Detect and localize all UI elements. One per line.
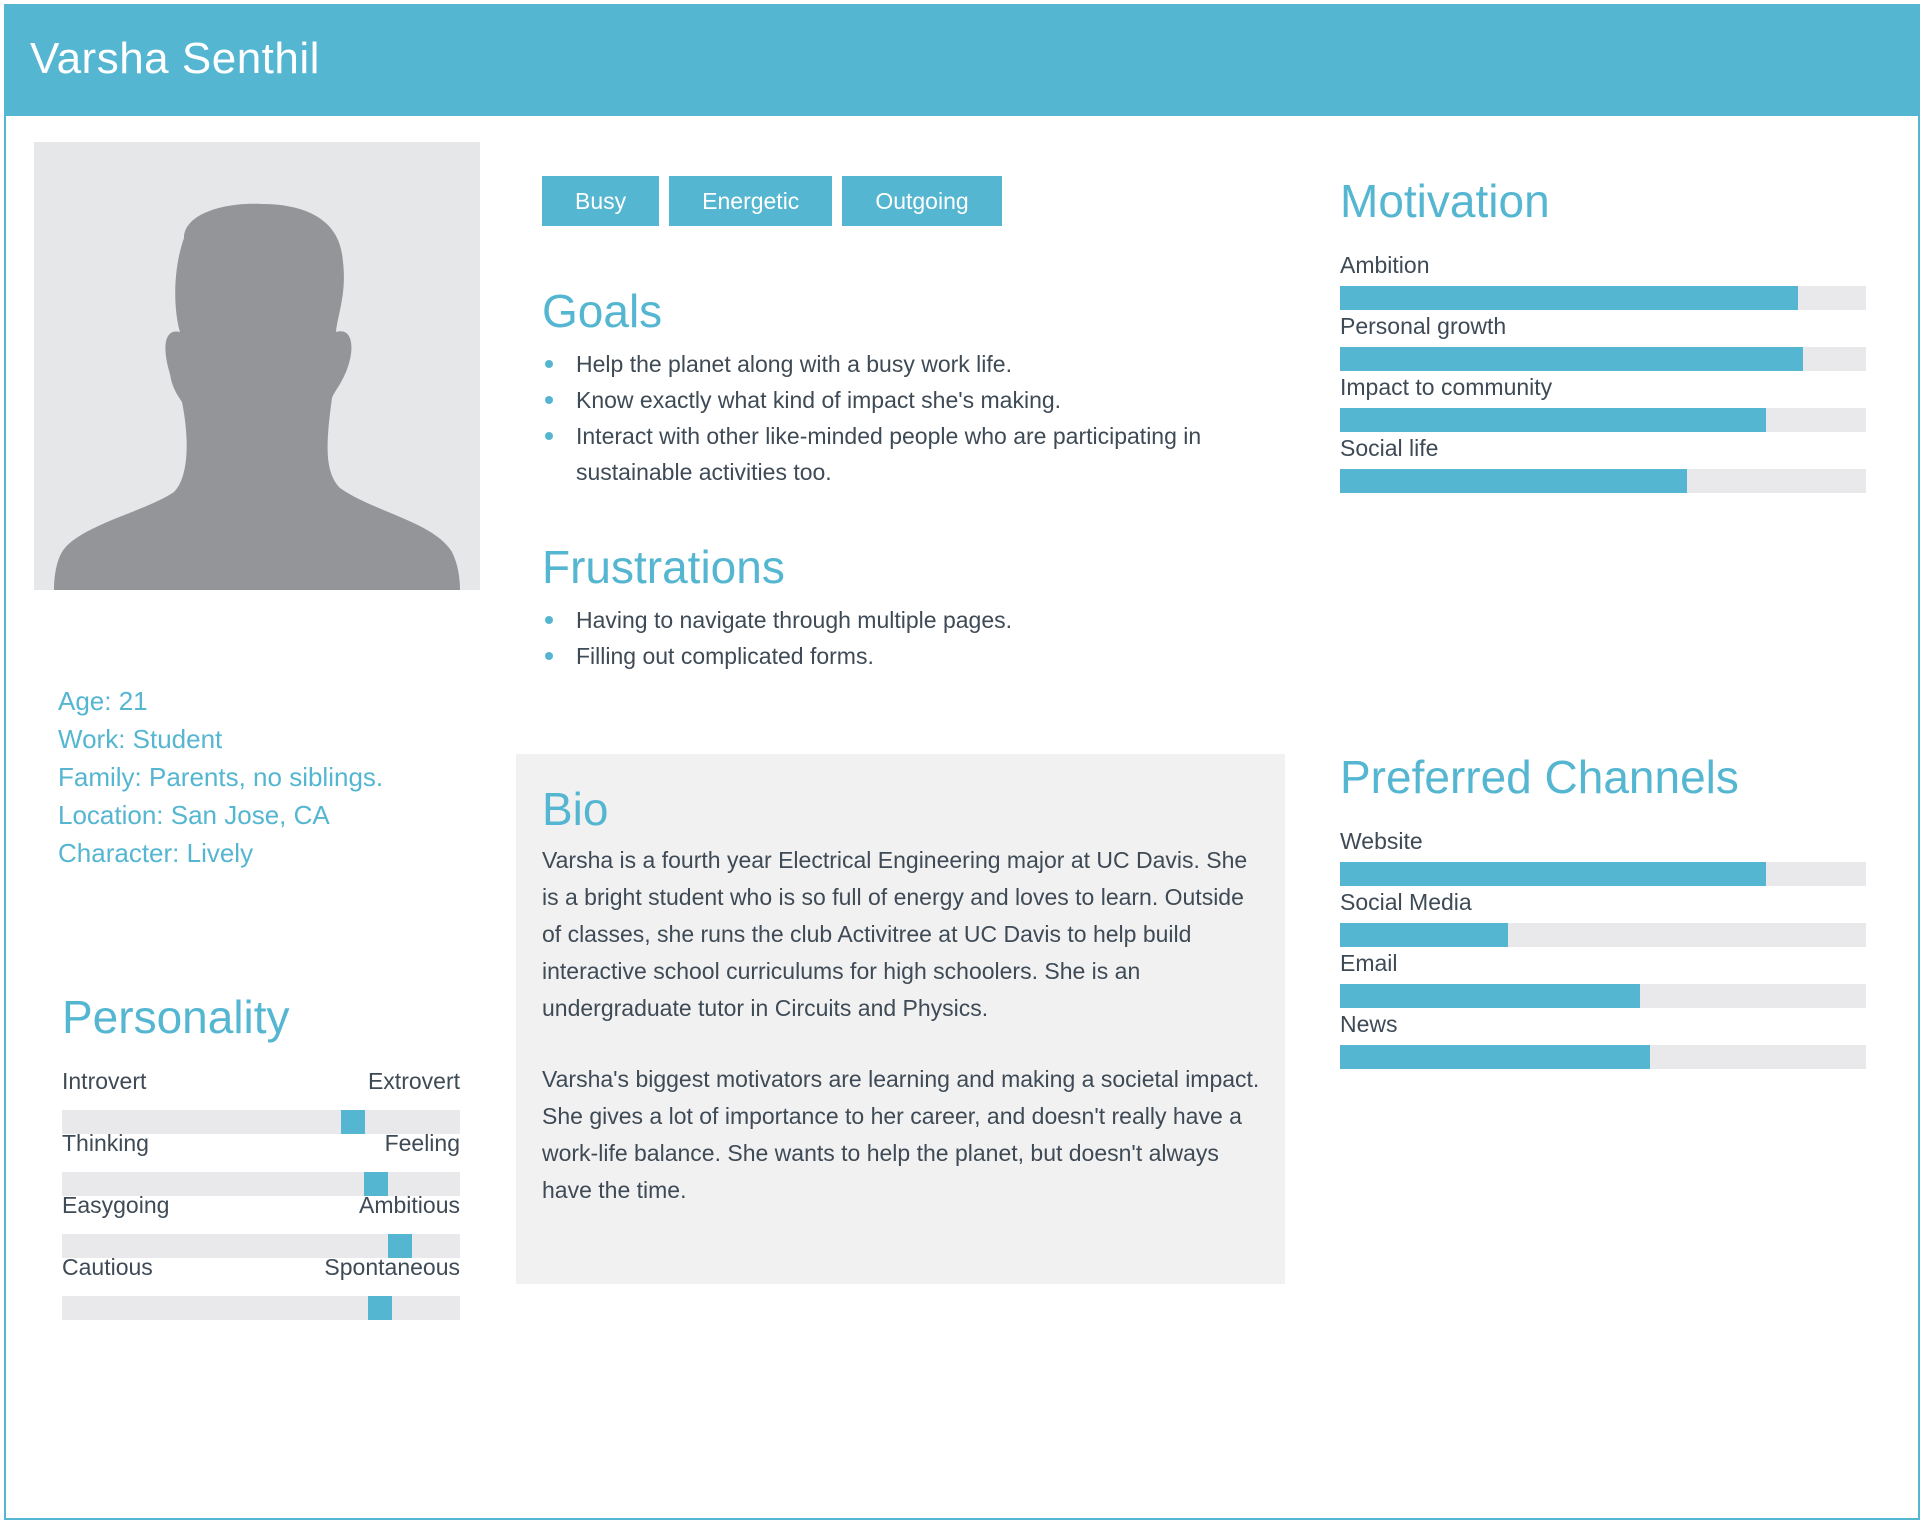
channel-fill bbox=[1340, 984, 1640, 1008]
channels-title: Preferred Channels bbox=[1340, 751, 1739, 803]
motivation-label: Ambition bbox=[1340, 252, 1430, 278]
frustrations-title: Frustrations bbox=[542, 541, 785, 593]
frustrations-list: Having to navigate through multiple page… bbox=[542, 602, 1282, 674]
personality-scale: Introvert Extrovert bbox=[62, 1066, 460, 1134]
personality-scale: Thinking Feeling bbox=[62, 1128, 460, 1196]
motivation-fill bbox=[1340, 286, 1798, 310]
motivation-label: Social life bbox=[1340, 435, 1439, 461]
channel-row: Social Media bbox=[1340, 887, 1866, 947]
motivation-row: Impact to community bbox=[1340, 372, 1866, 432]
channel-label: Social Media bbox=[1340, 889, 1472, 915]
profile-age: Age: 21 bbox=[58, 686, 148, 716]
motivation-track bbox=[1340, 469, 1866, 493]
tag-energetic: Energetic bbox=[669, 176, 833, 226]
motivation-fill bbox=[1340, 347, 1803, 371]
frustration-item: Filling out complicated forms. bbox=[542, 638, 1282, 674]
channel-track bbox=[1340, 984, 1866, 1008]
motivation-track bbox=[1340, 408, 1866, 432]
goals-title: Goals bbox=[542, 285, 663, 337]
motivation-fill bbox=[1340, 408, 1767, 432]
motivation-label: Impact to community bbox=[1340, 374, 1553, 400]
channel-fill bbox=[1340, 862, 1767, 886]
motivation-track bbox=[1340, 286, 1866, 310]
scale-marker bbox=[368, 1296, 393, 1320]
bio-paragraph: Varsha is a fourth year Electrical Engin… bbox=[542, 847, 1248, 1021]
person-silhouette-icon bbox=[54, 203, 460, 590]
motivation-row: Ambition bbox=[1340, 250, 1866, 310]
scale-right-label: Spontaneous bbox=[324, 1254, 460, 1280]
channel-fill bbox=[1340, 1045, 1651, 1069]
scale-left-label: Introvert bbox=[62, 1068, 147, 1094]
scale-right-label: Feeling bbox=[384, 1130, 460, 1156]
channel-row: News bbox=[1340, 1009, 1866, 1069]
channel-label: Website bbox=[1340, 828, 1423, 854]
goals-list: Help the planet along with a busy work l… bbox=[542, 346, 1282, 490]
motivation-row: Social life bbox=[1340, 433, 1866, 493]
scale-left-label: Thinking bbox=[62, 1130, 149, 1156]
personality-title: Personality bbox=[62, 991, 290, 1043]
goal-item: Know exactly what kind of impact she's m… bbox=[542, 382, 1282, 418]
goal-item: Interact with other like-minded people w… bbox=[542, 418, 1282, 490]
bio-panel: Bio Varsha is a fourth year Electrical E… bbox=[516, 754, 1285, 1284]
motivation-title: Motivation bbox=[1340, 175, 1550, 227]
channel-track bbox=[1340, 1045, 1866, 1069]
channel-track bbox=[1340, 923, 1866, 947]
header-bar: Varsha Senthil bbox=[6, 6, 1918, 116]
channel-row: Email bbox=[1340, 948, 1866, 1008]
tag-busy: Busy bbox=[542, 176, 660, 226]
profile-character: Character: Lively bbox=[58, 838, 254, 868]
scale-right-label: Extrovert bbox=[367, 1068, 460, 1094]
persona-name: Varsha Senthil bbox=[30, 34, 320, 83]
channel-fill bbox=[1340, 923, 1509, 947]
bio-paragraph: Varsha's biggest motivators are learning… bbox=[542, 1066, 1260, 1203]
scale-left-label: Cautious bbox=[62, 1254, 153, 1280]
motivation-row: Personal growth bbox=[1340, 311, 1866, 371]
channel-row: Website bbox=[1340, 826, 1866, 886]
channel-label: News bbox=[1340, 1011, 1398, 1037]
motivation-label: Personal growth bbox=[1340, 313, 1507, 339]
goal-item: Help the planet along with a busy work l… bbox=[542, 346, 1282, 382]
scale-left-label: Easygoing bbox=[62, 1192, 170, 1218]
scale-right-label: Ambitious bbox=[359, 1192, 460, 1218]
tag-outgoing: Outgoing bbox=[842, 176, 1002, 226]
motivation-fill bbox=[1340, 469, 1688, 493]
channel-track bbox=[1340, 862, 1866, 886]
motivation-track bbox=[1340, 347, 1866, 371]
trait-tags: Busy Energetic Outgoing bbox=[542, 176, 1002, 226]
profile-family: Family: Parents, no siblings. bbox=[58, 762, 384, 792]
bio-title: Bio bbox=[542, 783, 609, 835]
personality-scale: Easygoing Ambitious bbox=[62, 1190, 460, 1258]
personality-scale: Cautious Spontaneous bbox=[62, 1252, 460, 1320]
scale-track bbox=[62, 1296, 460, 1320]
avatar bbox=[34, 142, 480, 590]
frustration-item: Having to navigate through multiple page… bbox=[542, 602, 1282, 638]
profile-work: Work: Student bbox=[58, 724, 223, 754]
profile-details: Age: 21 Work: Student Family: Parents, n… bbox=[58, 682, 478, 872]
profile-location: Location: San Jose, CA bbox=[58, 800, 330, 830]
channel-label: Email bbox=[1340, 950, 1398, 976]
